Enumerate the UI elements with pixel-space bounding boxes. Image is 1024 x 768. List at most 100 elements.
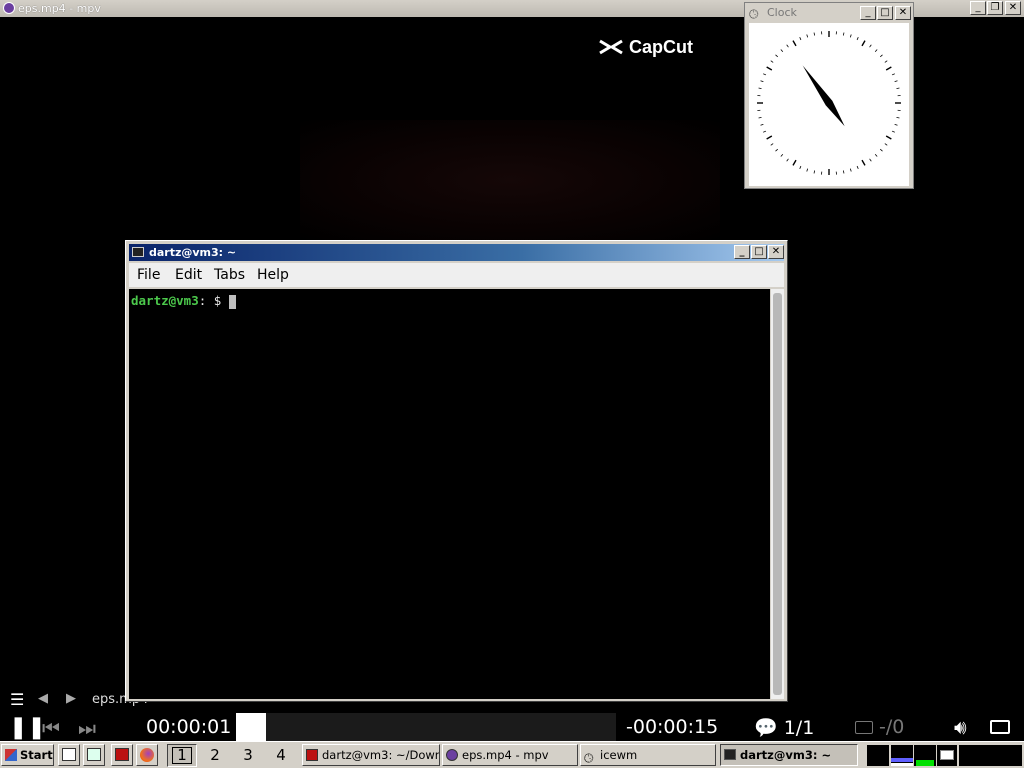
menu-help[interactable]: Help: [257, 267, 289, 283]
minimize-icon[interactable]: _: [860, 6, 876, 20]
menu-tabs[interactable]: Tabs: [214, 267, 245, 283]
taskbar: Start 1 2 3 4 dartz@vm3: ~/Down... eps.m…: [0, 741, 1024, 768]
task-mpv[interactable]: eps.mp4 - mpv: [442, 744, 578, 766]
close-icon[interactable]: ✕: [1005, 1, 1021, 15]
clock-tick: [874, 49, 878, 52]
launch-firefox-button[interactable]: [136, 744, 158, 766]
terminal-window[interactable]: dartz@vm3: ~ _ □ ✕ File Edit Tabs Help d…: [125, 240, 788, 702]
clock-tick: [763, 130, 767, 133]
menu-edit[interactable]: Edit: [175, 267, 202, 283]
clock-tick: [861, 159, 866, 166]
workspace-2[interactable]: 2: [200, 745, 230, 766]
hour-hand: [802, 65, 833, 106]
skip-forward-icon[interactable]: ⏭: [78, 716, 96, 740]
clock-tick: [780, 154, 784, 157]
audio-track-button[interactable]: -/0: [855, 716, 904, 738]
close-icon[interactable]: ✕: [895, 6, 911, 20]
start-logo-icon: [5, 749, 17, 761]
terminal-task-icon: [724, 749, 736, 760]
clock-tick: [766, 66, 773, 71]
clock-tick: [894, 80, 898, 83]
clock-tick: [896, 116, 900, 119]
clock-tick: [880, 54, 883, 58]
launch-terminal-button[interactable]: [111, 744, 133, 766]
subtitle-track-button[interactable]: 💬 1/1: [754, 716, 814, 739]
task-icewm[interactable]: 🕓︎ icewm: [580, 744, 716, 766]
caption-icon: [855, 721, 873, 734]
maximize-icon[interactable]: □: [877, 6, 893, 20]
mpv-task-icon: [446, 749, 458, 761]
clock-tick: [806, 34, 809, 38]
task-terminal-downloads[interactable]: dartz@vm3: ~/Down...: [302, 744, 440, 766]
maximize-icon[interactable]: □: [751, 245, 767, 259]
playlist-menu-icon[interactable]: ☰: [10, 690, 24, 709]
terminal-scrollbar[interactable]: [771, 289, 784, 699]
clock-tick: [874, 154, 878, 157]
scrollbar-thumb[interactable]: [773, 293, 782, 695]
terminal-launcher-icon: [115, 748, 129, 761]
workspace-1[interactable]: 1: [167, 744, 197, 767]
time-current[interactable]: 00:00:01: [146, 716, 231, 738]
terminal-titlebar[interactable]: dartz@vm3: ~ _ □ ✕: [129, 244, 784, 261]
workspace-3[interactable]: 3: [233, 745, 263, 766]
terminal-task-icon: [306, 749, 318, 761]
minimize-icon[interactable]: _: [970, 1, 986, 15]
start-button[interactable]: Start: [1, 744, 54, 766]
clock-tick: [861, 40, 866, 47]
task-terminal-home[interactable]: dartz@vm3: ~: [720, 744, 858, 766]
skip-back-icon[interactable]: ⏮: [42, 716, 60, 740]
clock-tick: [780, 49, 784, 52]
clock-tick: [792, 159, 797, 166]
clock-tick: [806, 168, 809, 172]
clock-tick: [770, 143, 774, 146]
seekbar[interactable]: [236, 713, 616, 741]
clock-tick: [775, 148, 778, 152]
menu-file[interactable]: File: [137, 267, 160, 283]
window-list-button[interactable]: [83, 744, 105, 766]
minimize-icon[interactable]: _: [734, 245, 750, 259]
clock-tick: [894, 123, 898, 126]
mpv-window-title: eps.mp4 - mpv: [18, 2, 101, 15]
pause-icon[interactable]: ❚❚: [9, 715, 46, 740]
time-remaining[interactable]: -00:00:15: [626, 716, 718, 738]
clock-tick: [849, 34, 852, 38]
clock-titlebar[interactable]: 🕓︎ Clock _ □ ✕: [747, 5, 911, 21]
fullscreen-icon[interactable]: [990, 715, 1010, 739]
subtitle-track-label: 1/1: [783, 717, 815, 739]
clock-tick: [760, 123, 764, 126]
clock-tick: [856, 37, 859, 41]
mail-icon[interactable]: [937, 745, 957, 766]
clock-tick: [763, 73, 767, 76]
playlist-prev-icon[interactable]: ◀: [38, 691, 48, 706]
terminal-app-icon: [132, 247, 144, 257]
seekbar-progress: [236, 713, 266, 741]
close-icon[interactable]: ✕: [768, 245, 784, 259]
clock-app-icon: 🕓︎: [749, 7, 759, 21]
clock-tick: [786, 158, 789, 162]
audio-track-label: -/0: [879, 716, 905, 738]
terminal-output[interactable]: dartz@vm3: $: [129, 289, 770, 699]
clock-tick: [842, 32, 845, 36]
workspace-4[interactable]: 4: [266, 745, 296, 766]
clock-tick: [813, 32, 816, 36]
clock-tick: [869, 44, 872, 48]
clock-tick: [760, 80, 764, 83]
network-monitor: [891, 745, 913, 766]
tray-clock[interactable]: [959, 745, 1022, 766]
clock-window[interactable]: 🕓︎ Clock _ □ ✕: [744, 2, 914, 189]
clock-tick: [766, 135, 773, 140]
clock-tick: [799, 165, 802, 169]
cpu-monitor: [867, 745, 889, 766]
clock-tick: [885, 66, 892, 71]
volume-icon[interactable]: 🔊︎: [954, 715, 967, 739]
firefox-icon: [140, 748, 154, 762]
clock-tick: [758, 87, 762, 90]
show-desktop-button[interactable]: [58, 744, 80, 766]
clock-tick: [786, 44, 789, 48]
analog-clock: [757, 31, 901, 175]
playlist-next-icon[interactable]: ▶: [66, 691, 76, 706]
terminal-menubar: File Edit Tabs Help: [129, 263, 784, 287]
clock-tick: [884, 143, 888, 146]
restore-icon[interactable]: ❐: [987, 1, 1003, 15]
clock-tick: [856, 165, 859, 169]
